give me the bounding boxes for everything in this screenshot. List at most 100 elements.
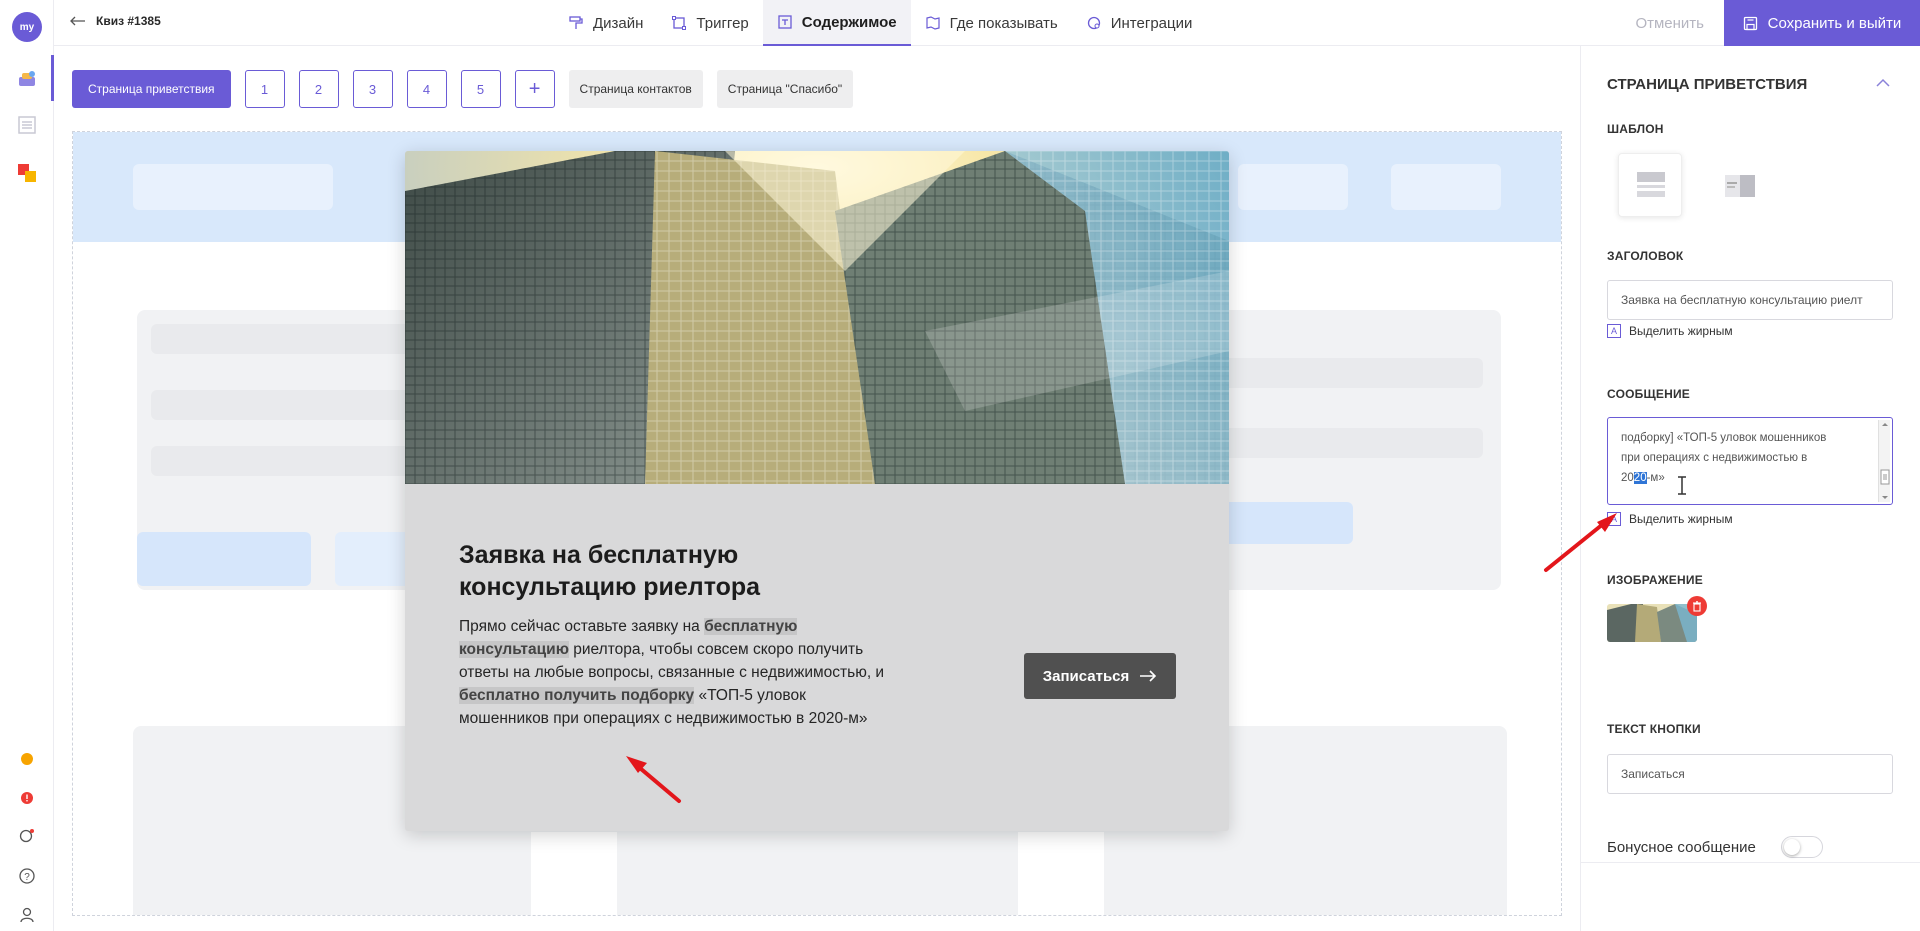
page-tab-thanks[interactable]: Страница "Спасибо"	[716, 70, 854, 108]
template-option-split[interactable]	[1707, 153, 1771, 217]
textarea-scrollbar[interactable]	[1878, 420, 1890, 502]
tab-where-label: Где показывать	[949, 14, 1058, 32]
page-tab-welcome[interactable]: Страница приветствия	[72, 70, 231, 108]
list-icon[interactable]	[14, 112, 40, 138]
skeleton-block	[1391, 164, 1501, 210]
heading-label: ЗАГОЛОВОК	[1607, 249, 1684, 263]
button-text-input[interactable]: Записаться	[1607, 754, 1893, 794]
trash-icon	[1693, 600, 1701, 612]
bonus-message-toggle[interactable]	[1781, 836, 1823, 858]
rail-active-indicator	[51, 55, 54, 101]
page-tab-5[interactable]: 5	[460, 70, 501, 108]
settings-panel: СТРАНИЦА ПРИВЕТСТВИЯ ШАБЛОН ЗАГОЛОВОК За…	[1580, 46, 1920, 931]
template-split-icon	[1725, 175, 1755, 197]
template-option-centered[interactable]	[1618, 153, 1682, 217]
skeleton-button	[335, 532, 415, 586]
popup-message-bold-2: бесплатно получить подборку	[459, 687, 695, 704]
toggle-knob	[1784, 839, 1800, 855]
skeleton-column	[1018, 832, 1104, 915]
image-label: ИЗОБРАЖЕНИЕ	[1607, 573, 1703, 587]
help-icon[interactable]: ?	[14, 863, 40, 889]
tab-content[interactable]: Содержимое	[762, 0, 911, 46]
widgets-icon[interactable]	[14, 66, 40, 92]
skeleton-line	[1193, 358, 1483, 388]
button-text-label: ТЕКСТ КНОПКИ	[1607, 722, 1701, 736]
app-logo[interactable]: my	[12, 12, 42, 42]
paint-roller-icon	[569, 16, 583, 29]
bold-format-icon: A	[1607, 324, 1621, 338]
delete-image-button[interactable]	[1687, 596, 1707, 616]
user-icon[interactable]	[14, 902, 40, 928]
message-label: СООБЩЕНИЕ	[1607, 387, 1690, 401]
message-textarea[interactable]: подборку] «ТОП-5 уловок мошенников при о…	[1607, 417, 1893, 505]
skeleton-button	[137, 532, 311, 586]
message-bold-label: Выделить жирным	[1629, 512, 1733, 526]
integration-icon	[1087, 16, 1100, 30]
panel-title: СТРАНИЦА ПРИВЕТСТВИЯ	[1607, 76, 1808, 93]
message-line-post: -м»	[1646, 472, 1665, 484]
message-line-pre: 20	[1621, 472, 1634, 484]
popup-title: Заявка на бесплатную консультацию риелто…	[459, 541, 761, 601]
svg-text:?: ?	[24, 872, 30, 883]
popup-submit-button[interactable]: Записаться	[1024, 653, 1176, 699]
page-tab-3[interactable]: 3	[352, 70, 393, 108]
bold-format-icon: A	[1607, 512, 1621, 526]
app-logo-text: my	[19, 21, 35, 33]
chevron-up-icon[interactable]	[1876, 78, 1890, 87]
template-centered-icon	[1637, 172, 1665, 197]
skeleton-column	[531, 832, 617, 915]
tab-integrations-label: Интеграции	[1110, 14, 1193, 32]
skeleton-block	[1238, 164, 1348, 210]
skeleton-button	[1213, 502, 1353, 544]
heading-bold-label: Выделить жирным	[1629, 324, 1733, 338]
tab-where-to-show[interactable]: Где показывать	[911, 0, 1072, 46]
hero-image[interactable]	[405, 151, 1229, 484]
selection-icon	[672, 16, 687, 30]
tab-trigger-label: Триггер	[696, 14, 749, 32]
cancel-button[interactable]: Отменить	[1615, 0, 1724, 46]
back-link[interactable]: Квиз #1385	[70, 14, 161, 28]
popup-submit-label: Записаться	[1042, 667, 1130, 685]
arrow-right-icon	[1140, 670, 1157, 682]
welcome-popup-preview: Заявка на бесплатную консультацию риелто…	[405, 151, 1229, 831]
save-label: Сохранить и выйти	[1767, 14, 1902, 32]
page-tabs: Страница приветствия 1 2 3 4 5 + Страниц…	[72, 70, 854, 108]
popup-message: Прямо сейчас оставьте заявку на бесплатн…	[459, 615, 889, 730]
bonus-message-label: Бонусное сообщение	[1607, 839, 1756, 856]
save-and-exit-button[interactable]: Сохранить и выйти	[1724, 0, 1920, 46]
text-box-icon	[778, 15, 792, 29]
tab-integrations[interactable]: Интеграции	[1072, 0, 1207, 46]
status-dot-orange-icon[interactable]	[14, 746, 40, 772]
message-line: при операциях с недвижимостью в	[1621, 452, 1808, 464]
skeleton-block	[133, 164, 333, 210]
message-line: 2020-м»	[1621, 468, 1856, 488]
message-line: подборку] «ТОП-5 уловок мошенников	[1621, 432, 1827, 444]
panel-divider	[1581, 862, 1920, 863]
alert-icon[interactable]	[14, 785, 40, 811]
main-tabs: Дизайн Триггер Содержимое Где показывать…	[554, 0, 1206, 46]
page-tab-contacts[interactable]: Страница контактов	[568, 70, 703, 108]
image-thumbnail[interactable]	[1607, 604, 1697, 642]
page-tab-1[interactable]: 1	[244, 70, 285, 108]
arrow-left-icon	[70, 16, 85, 26]
tab-content-label: Содержимое	[801, 13, 897, 31]
popup-message-text-1: Прямо сейчас оставьте заявку на	[459, 618, 705, 635]
add-page-button[interactable]: +	[514, 70, 555, 108]
left-rail: my ?	[0, 0, 54, 931]
save-icon	[1743, 16, 1757, 30]
selected-text: 20	[1633, 472, 1647, 484]
message-bold-toggle[interactable]: A Выделить жирным	[1607, 512, 1733, 526]
page-tab-2[interactable]: 2	[298, 70, 339, 108]
chat-icon[interactable]	[14, 823, 40, 849]
quiz-title: Квиз #1385	[96, 14, 161, 28]
tab-trigger[interactable]: Триггер	[657, 0, 762, 46]
map-icon	[926, 16, 940, 30]
tab-design-label: Дизайн	[593, 14, 644, 32]
page-tab-4[interactable]: 4	[406, 70, 447, 108]
heading-bold-toggle[interactable]: A Выделить жирным	[1607, 324, 1733, 338]
top-bar: Квиз #1385 Дизайн Триггер Содержимое Где…	[54, 0, 1920, 46]
skeleton-line	[1193, 428, 1483, 458]
tab-design[interactable]: Дизайн	[554, 0, 657, 46]
heading-input[interactable]: Заявка на бесплатную консультацию риелт	[1607, 280, 1893, 320]
blocks-icon[interactable]	[14, 160, 40, 186]
